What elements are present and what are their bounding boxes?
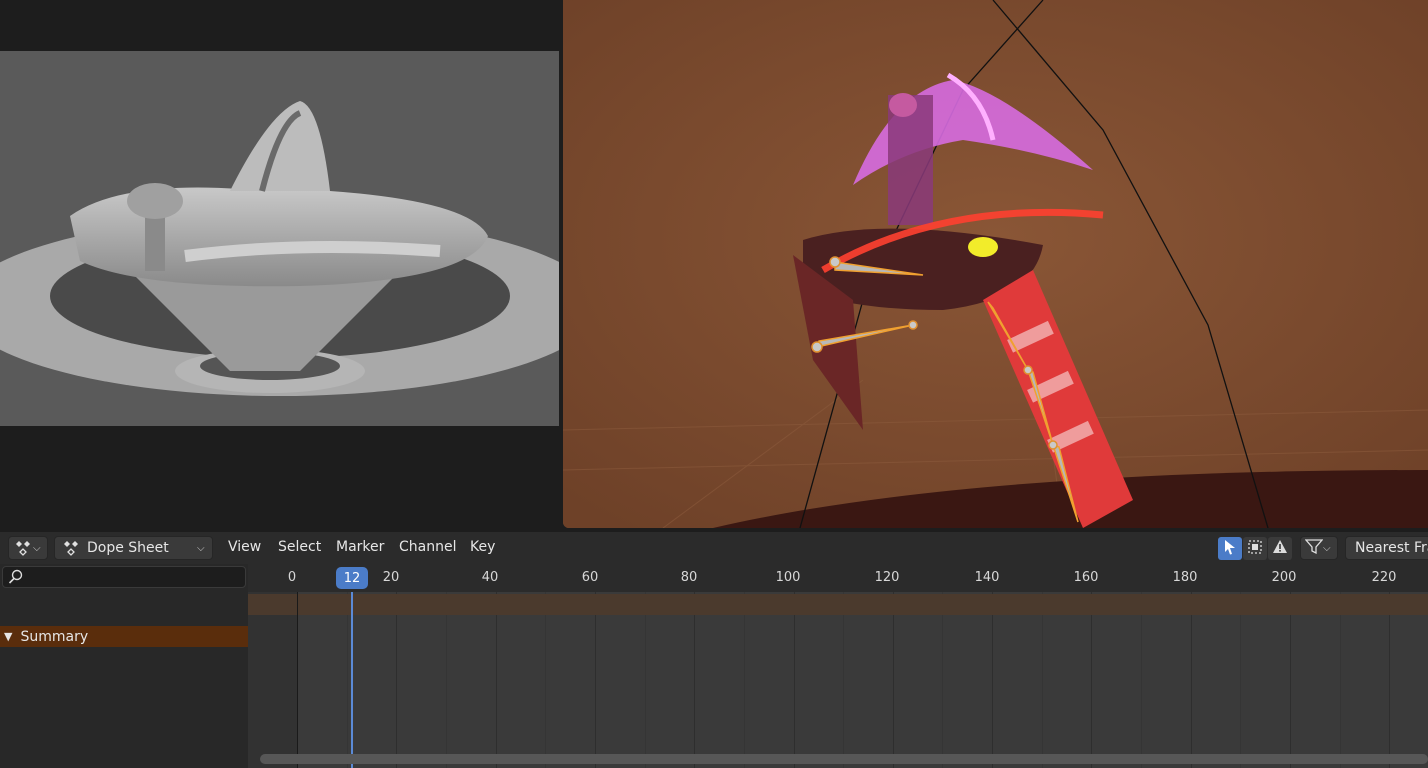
grid-line	[793, 592, 795, 768]
menu-marker[interactable]: Marker	[336, 539, 384, 555]
dope-sheet-header: ⌵ Dope Sheet ⌵ View Select Marker Channe…	[0, 532, 1428, 564]
tick-label: 80	[680, 570, 698, 585]
grid-line	[942, 592, 944, 768]
tick-label: 120	[874, 570, 900, 585]
horizontal-scrollbar[interactable]	[260, 754, 1428, 764]
pre-range-shade	[248, 592, 297, 768]
channel-region: ▼ Summary	[0, 564, 248, 768]
grid-line	[594, 592, 596, 768]
menu-view[interactable]: View	[228, 539, 261, 555]
filter-dropdown[interactable]: ⌵	[1300, 536, 1338, 560]
left-editor-area	[0, 0, 559, 530]
warning-icon	[1272, 539, 1288, 559]
channel-search-field[interactable]	[2, 566, 246, 588]
tick-label: 200	[1271, 570, 1297, 585]
expand-triangle-icon[interactable]: ▼	[4, 630, 12, 643]
tick-label: 60	[581, 570, 599, 585]
menu-select[interactable]: Select	[278, 539, 321, 555]
summary-channel-row[interactable]: ▼ Summary	[0, 626, 248, 647]
grid-line	[694, 592, 696, 768]
tick-label: 20	[382, 570, 400, 585]
ship-render-image	[0, 101, 559, 396]
summary-track	[248, 594, 1428, 615]
grid-line	[346, 592, 348, 768]
tick-label: 40	[481, 570, 499, 585]
box-select-button[interactable]	[1243, 537, 1267, 560]
dope-sheet-icon	[13, 540, 33, 556]
dope-sheet-mode-icon	[61, 540, 81, 556]
tick-label: 140	[974, 570, 1000, 585]
grid-line	[1141, 592, 1143, 768]
grid-line	[1091, 592, 1093, 768]
chevron-down-icon: ⌵	[33, 542, 41, 554]
grid-line	[743, 592, 745, 768]
grid-line	[992, 592, 994, 768]
playhead-line[interactable]	[351, 592, 353, 768]
grid-line	[1240, 592, 1242, 768]
box-select-icon	[1247, 539, 1263, 559]
search-icon	[8, 569, 24, 589]
frame-ruler[interactable]: 0 20 40 60 80 100 120 140 160 180 200 22…	[248, 564, 1428, 592]
grid-line	[396, 592, 398, 768]
summary-label: Summary	[20, 628, 89, 645]
grid-line	[1190, 592, 1192, 768]
chevron-down-icon: ⌵	[1323, 542, 1331, 554]
grid-line	[445, 592, 447, 768]
tick-label: 100	[775, 570, 801, 585]
tick-label: 180	[1172, 570, 1198, 585]
tick-label: 160	[1073, 570, 1099, 585]
select-tool-button[interactable]	[1218, 537, 1242, 560]
cursor-arrow-icon	[1223, 539, 1237, 559]
filter-funnel-icon	[1304, 538, 1324, 558]
snapping-dropdown[interactable]: Nearest Fra	[1345, 536, 1428, 560]
grid-line	[545, 592, 547, 768]
mode-selector[interactable]: Dope Sheet ⌵	[54, 536, 213, 560]
dope-sheet-editor: ⌵ Dope Sheet ⌵ View Select Marker Channe…	[0, 532, 1428, 768]
snapping-label: Nearest Fra	[1355, 540, 1428, 556]
mode-label: Dope Sheet	[87, 540, 169, 556]
keyframe-region[interactable]: 0 20 40 60 80 100 120 140 160 180 200 22…	[248, 564, 1428, 768]
tick-label: 0	[287, 570, 297, 585]
grid-line	[644, 592, 646, 768]
menu-key[interactable]: Key	[470, 539, 495, 555]
editor-type-selector[interactable]: ⌵	[8, 536, 48, 560]
chevron-down-icon: ⌵	[197, 542, 205, 554]
grid-line	[1339, 592, 1341, 768]
warning-button[interactable]	[1268, 537, 1292, 560]
grid-line	[1041, 592, 1043, 768]
reference-render-viewport[interactable]	[0, 51, 559, 426]
grid-line	[1290, 592, 1291, 768]
grid-line	[843, 592, 845, 768]
tick-label: 220	[1371, 570, 1397, 585]
start-frame-line	[297, 592, 298, 768]
3d-viewport[interactable]	[563, 0, 1428, 528]
current-frame-indicator[interactable]: 12	[336, 567, 368, 589]
grid-line	[892, 592, 894, 768]
grid-line	[1389, 592, 1391, 768]
grid-line	[495, 592, 497, 768]
viewport-scene	[563, 0, 1428, 528]
menu-channel[interactable]: Channel	[399, 539, 456, 555]
